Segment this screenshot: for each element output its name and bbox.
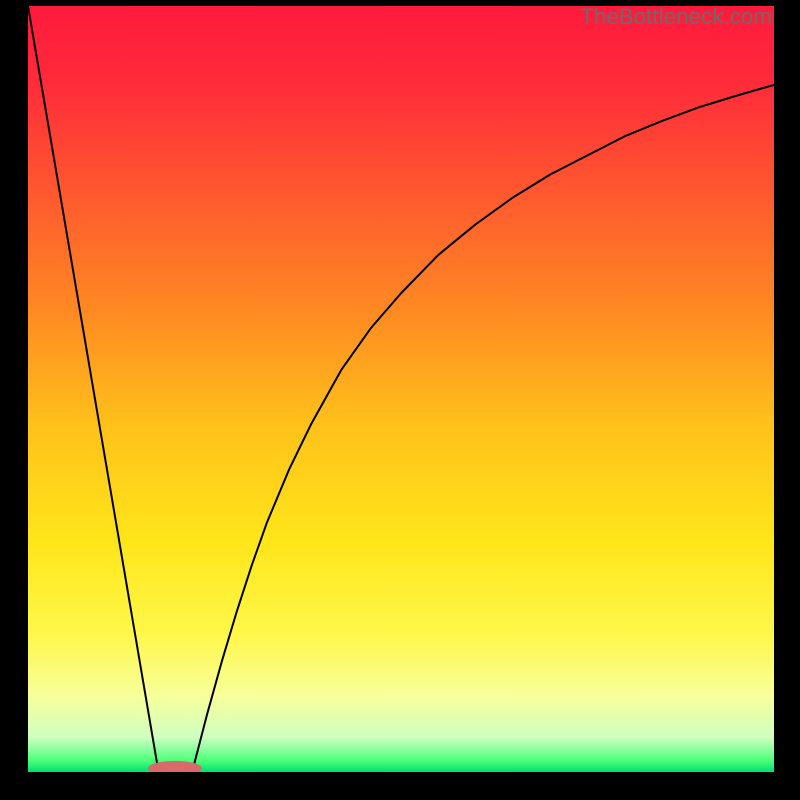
chart-svg — [28, 6, 774, 772]
frame: TheBottleneck.com — [0, 0, 800, 800]
chart-plot-area — [28, 6, 774, 772]
watermark-text: TheBottleneck.com — [580, 4, 772, 29]
watermark: TheBottleneck.com — [580, 4, 772, 30]
